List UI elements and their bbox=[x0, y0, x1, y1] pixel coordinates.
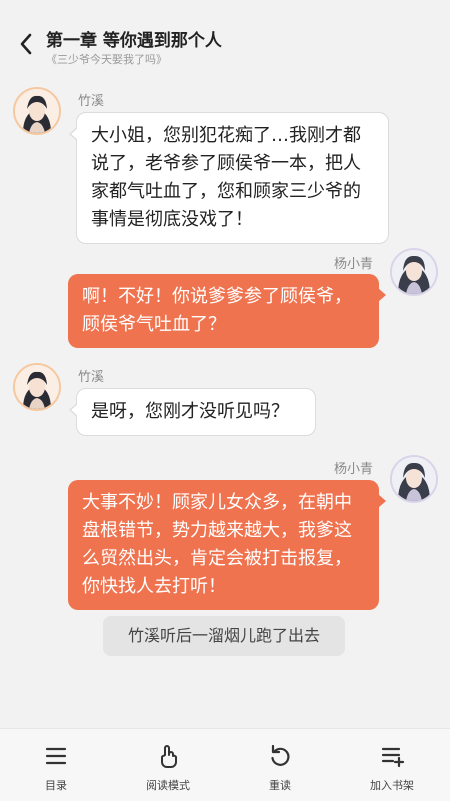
speaker-name: 竹溪 bbox=[78, 370, 105, 385]
speaker-name: 杨小青 bbox=[334, 462, 374, 477]
tab-label: 重读 bbox=[269, 779, 291, 792]
narration-text: 竹溪听后一溜烟儿跑了出去 bbox=[103, 616, 345, 656]
page-title: 第一章 等你遇到那个人 bbox=[46, 31, 222, 51]
tap-hand-icon bbox=[161, 745, 177, 768]
avatar-zhuxi bbox=[13, 363, 61, 411]
avatar-yangxiaoqing bbox=[390, 248, 438, 296]
menu-icon bbox=[45, 747, 67, 765]
tab-reread[interactable]: 重读 bbox=[224, 729, 336, 801]
tab-label: 阅读模式 bbox=[146, 779, 190, 792]
tab-label: 目录 bbox=[45, 779, 67, 792]
tab-add-to-bookshelf[interactable]: 加入书架 bbox=[336, 729, 448, 801]
tab-label: 加入书架 bbox=[370, 779, 414, 792]
speaker-name: 杨小青 bbox=[334, 257, 374, 272]
message-bubble: 大事不妙！顾家儿女众多，在朝中盘根错节，势力越来越大，我爹这么贸然出头，肯定会被… bbox=[68, 480, 386, 610]
avatar-zhuxi bbox=[13, 87, 61, 135]
back-button[interactable] bbox=[14, 32, 38, 56]
message-bubble: 是呀，您刚才没听见吗？ bbox=[69, 388, 316, 436]
replay-icon bbox=[271, 744, 290, 766]
bottom-toolbar: 目录 阅读模式 重读 加入书架 bbox=[0, 728, 450, 801]
tab-table-of-contents[interactable]: 目录 bbox=[0, 729, 112, 801]
chevron-left-icon bbox=[20, 33, 32, 55]
book-subtitle: 《三少爷今天娶我了吗》 bbox=[46, 53, 167, 66]
avatar-yangxiaoqing bbox=[390, 455, 438, 503]
header: 第一章 等你遇到那个人 《三少爷今天娶我了吗》 bbox=[0, 0, 450, 76]
message-bubble: 大小姐，您别犯花痴了…我刚才都说了，老爷参了顾侯爷一本，把人家都气吐血了，您和顾… bbox=[69, 112, 389, 244]
speaker-name: 竹溪 bbox=[78, 94, 105, 109]
add-bookshelf-icon bbox=[381, 747, 405, 768]
tab-reading-mode[interactable]: 阅读模式 bbox=[112, 729, 224, 801]
message-bubble: 啊！不好！你说爹爹参了顾侯爷，顾侯爷气吐血了？ bbox=[68, 274, 386, 348]
